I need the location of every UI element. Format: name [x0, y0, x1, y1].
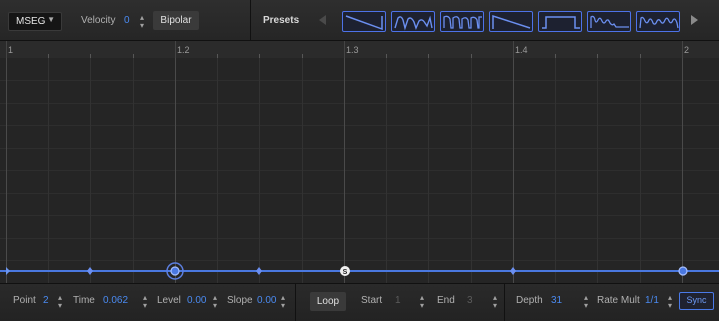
ruler-major-tick [513, 41, 514, 58]
rate-mult-label: Rate Mult [597, 295, 640, 306]
level-stepper-icon[interactable]: ▴ ▾ [213, 294, 217, 310]
slope-value[interactable]: 0.00 [257, 295, 276, 306]
rate-mult-stepper-icon[interactable]: ▴ ▾ [668, 294, 672, 310]
bottom-divider [295, 284, 296, 321]
bipolar-button[interactable]: Bipolar [153, 11, 199, 30]
point-stepper-icon[interactable]: ▴ ▾ [58, 294, 62, 310]
start-label: Start [361, 295, 383, 306]
slope-stepper-icon[interactable]: ▴ ▾ [281, 294, 285, 310]
sync-button[interactable]: Sync [679, 292, 714, 310]
level-value[interactable]: 0.00 [187, 295, 206, 306]
preset-ramp-down[interactable] [342, 11, 386, 32]
loop-button[interactable]: Loop [310, 292, 346, 311]
preset-wavy-pulse[interactable] [587, 11, 631, 32]
envelope-graph[interactable]: S [0, 58, 719, 283]
ruler-label: 1 [8, 45, 14, 55]
curve-handle[interactable] [256, 267, 262, 275]
depth-stepper-icon[interactable]: ▴ ▾ [584, 294, 588, 310]
velocity-label: Velocity [81, 15, 116, 26]
envelope-canvas[interactable]: S [0, 58, 719, 283]
ruler-label: 1.2 [177, 45, 190, 55]
ruler-label: 1.3 [346, 45, 359, 55]
end-label: End [437, 295, 455, 306]
level-label: Level [157, 295, 181, 306]
point-value[interactable]: 2 [43, 295, 49, 306]
mode-dropdown-value: MSEG [16, 16, 46, 27]
toolbar-divider [250, 0, 251, 40]
curve-handle[interactable] [510, 267, 516, 275]
bottom-divider [504, 284, 505, 321]
chevron-down-icon: ▼ [47, 15, 55, 24]
preset-pulse-train[interactable] [440, 11, 484, 32]
time-label: Time [73, 295, 95, 306]
next-preset-icon[interactable] [691, 15, 698, 25]
end-stepper-icon[interactable]: ▴ ▾ [493, 294, 497, 310]
end-value[interactable]: 3 [467, 295, 473, 306]
mode-dropdown[interactable]: MSEG ▼ [8, 12, 62, 31]
point-label: Point [13, 295, 36, 306]
time-stepper-icon[interactable]: ▴ ▾ [143, 294, 147, 310]
depth-label: Depth [516, 295, 543, 306]
preset-bumps[interactable] [636, 11, 680, 32]
mseg-editor: MSEG ▼ Velocity 0 ▴ ▾ Bipolar Presets 1 … [0, 0, 719, 321]
top-toolbar: MSEG ▼ Velocity 0 ▴ ▾ Bipolar Presets [0, 0, 719, 41]
start-stepper-icon[interactable]: ▴ ▾ [420, 294, 424, 310]
slope-label: Slope [227, 295, 253, 306]
ruler-label: 2 [684, 45, 690, 55]
preset-square[interactable] [538, 11, 582, 32]
depth-value[interactable]: 31 [551, 295, 562, 306]
velocity-stepper-icon[interactable]: ▴ ▾ [140, 14, 144, 30]
start-value[interactable]: 1 [395, 295, 401, 306]
ruler-label: 1.4 [515, 45, 528, 55]
ruler-major-tick [6, 41, 7, 58]
preset-stepped-hills[interactable] [391, 11, 435, 32]
time-value[interactable]: 0.062 [103, 295, 128, 306]
bottom-toolbar: Point 2 ▴ ▾ Time 0.062 ▴ ▾ Level 0.00 ▴ ▾ S… [0, 283, 719, 321]
start-point-label: S [343, 269, 348, 276]
ruler-major-tick [175, 41, 176, 58]
preset-ramp-up[interactable] [489, 11, 533, 32]
velocity-value[interactable]: 0 [124, 15, 130, 26]
timeline-ruler[interactable]: 1 1.2 1.3 1.4 2 [0, 41, 719, 58]
presets-label: Presets [263, 15, 300, 26]
envelope-point[interactable] [678, 266, 688, 276]
loop-start-handle[interactable] [6, 267, 10, 275]
ruler-major-tick [682, 41, 683, 58]
ruler-major-tick [344, 41, 345, 58]
rate-mult-value[interactable]: 1/1 [645, 295, 659, 306]
prev-preset-icon[interactable] [319, 15, 326, 25]
curve-handle[interactable] [87, 267, 93, 275]
selected-point[interactable] [170, 266, 180, 276]
